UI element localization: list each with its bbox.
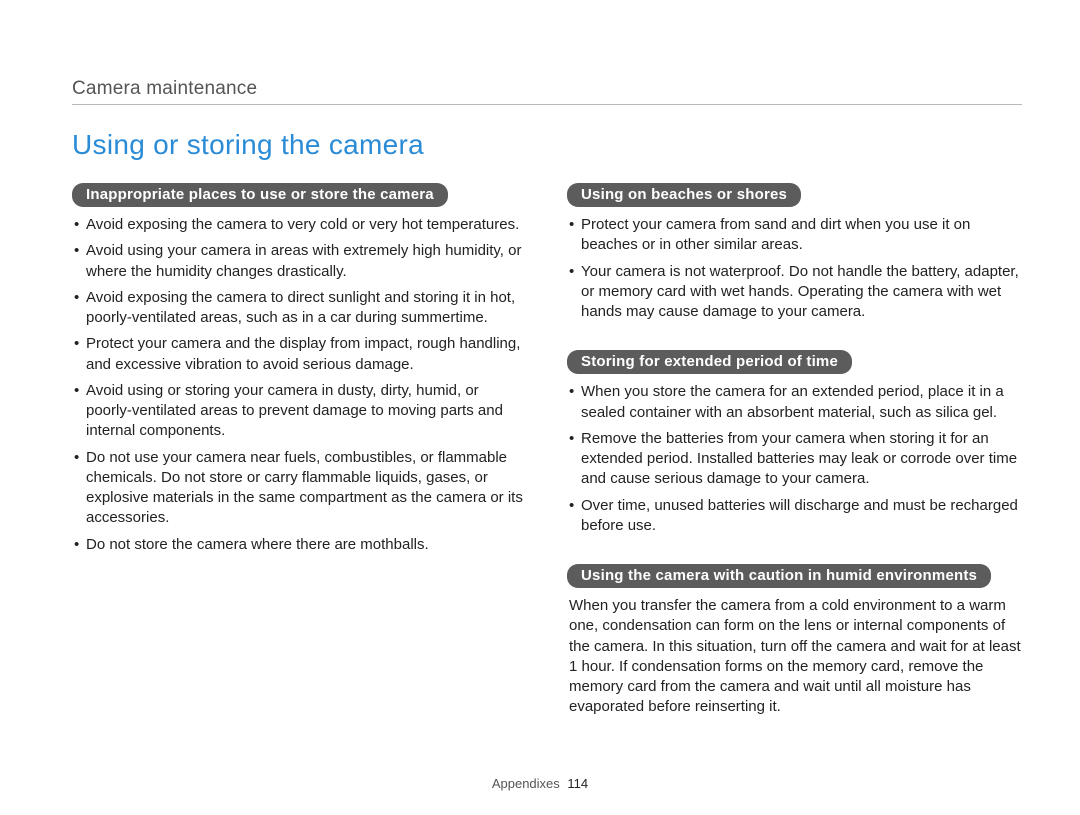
bullet-list: Avoid exposing the camera to very cold o…	[72, 215, 527, 555]
section-heading: Inappropriate places to use or store the…	[72, 183, 448, 207]
section-inappropriate-places: Inappropriate places to use or store the…	[72, 183, 527, 555]
section-extended-storage: Storing for extended period of time When…	[567, 350, 1022, 536]
document-page: Camera maintenance Using or storing the …	[0, 0, 1080, 815]
section-beaches-shores: Using on beaches or shores Protect your …	[567, 183, 1022, 322]
left-column: Inappropriate places to use or store the…	[72, 183, 527, 746]
content-columns: Inappropriate places to use or store the…	[72, 183, 1022, 746]
section-heading: Using the camera with caution in humid e…	[567, 564, 991, 588]
list-item: Protect your camera from sand and dirt w…	[567, 215, 1022, 256]
list-item: Protect your camera and the display from…	[72, 334, 527, 375]
list-item: Avoid exposing the camera to very cold o…	[72, 215, 527, 235]
section-heading: Storing for extended period of time	[567, 350, 852, 374]
bullet-list: Protect your camera from sand and dirt w…	[567, 215, 1022, 322]
footer-section: Appendixes	[492, 776, 560, 791]
list-item: Your camera is not waterproof. Do not ha…	[567, 262, 1022, 323]
bullet-list: When you store the camera for an extende…	[567, 382, 1022, 536]
section-heading: Using on beaches or shores	[567, 183, 801, 207]
list-item: Over time, unused batteries will dischar…	[567, 496, 1022, 537]
list-item: Avoid exposing the camera to direct sunl…	[72, 288, 527, 329]
list-item: Remove the batteries from your camera wh…	[567, 429, 1022, 490]
list-item: Do not store the camera where there are …	[72, 535, 527, 555]
right-column: Using on beaches or shores Protect your …	[567, 183, 1022, 746]
list-item: Avoid using your camera in areas with ex…	[72, 241, 527, 282]
page-footer: Appendixes 114	[0, 776, 1080, 791]
list-item: Do not use your camera near fuels, combu…	[72, 448, 527, 529]
list-item: When you store the camera for an extende…	[567, 382, 1022, 423]
divider	[72, 104, 1022, 105]
page-title: Using or storing the camera	[72, 129, 1022, 161]
page-number: 114	[567, 776, 588, 791]
section-humid-environments: Using the camera with caution in humid e…	[567, 564, 1022, 718]
list-item: Avoid using or storing your camera in du…	[72, 381, 527, 442]
breadcrumb: Camera maintenance	[72, 78, 1022, 100]
paragraph: When you transfer the camera from a cold…	[567, 596, 1022, 718]
